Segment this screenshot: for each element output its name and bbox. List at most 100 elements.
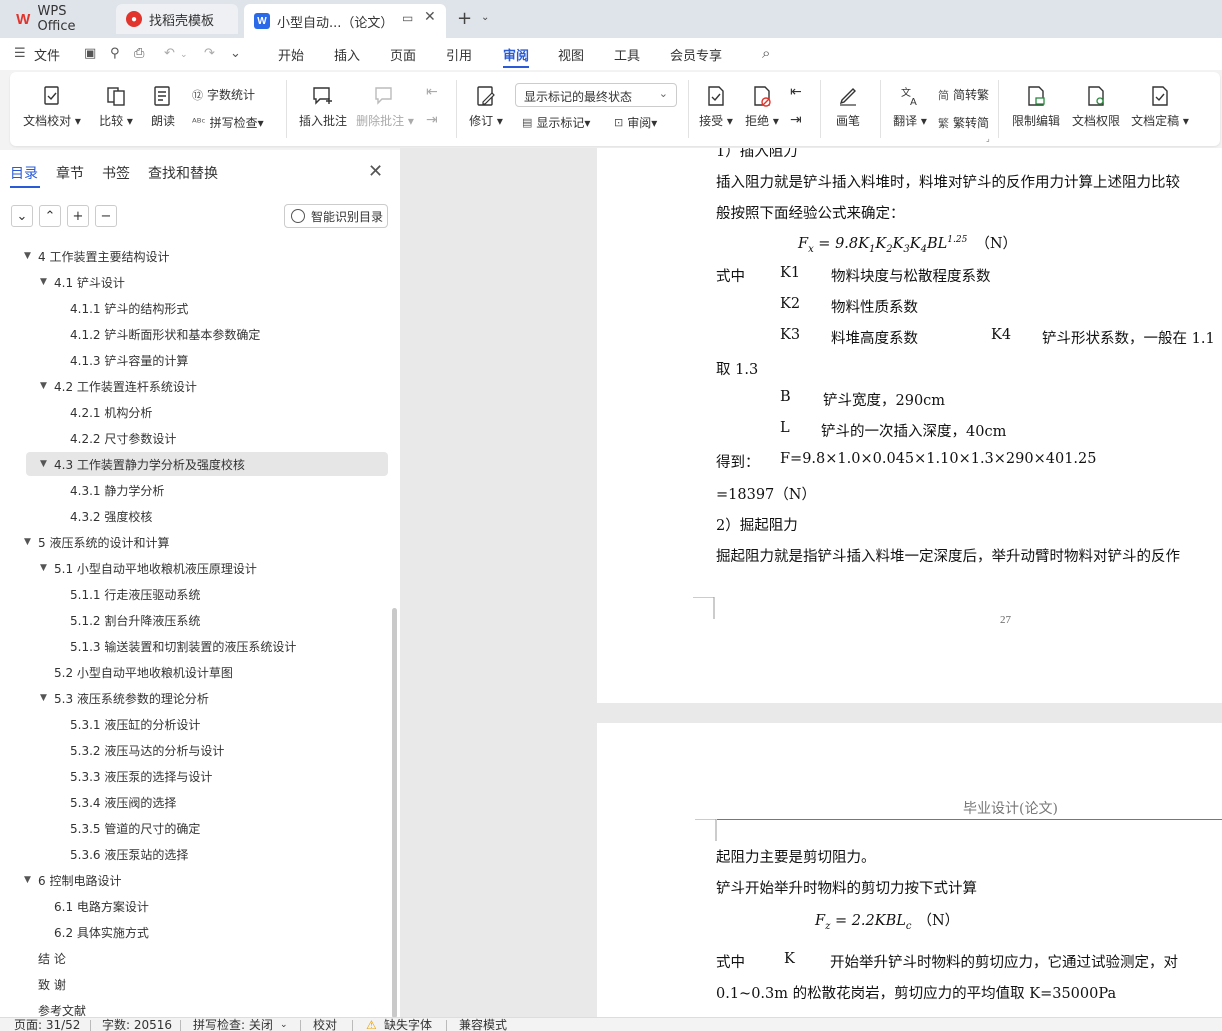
chevron-down-icon[interactable]: ⌄ bbox=[180, 50, 188, 60]
toc-item[interactable]: 5.3.4 液压阀的选择 bbox=[56, 790, 176, 814]
tab-chapters[interactable]: 章节 bbox=[56, 163, 84, 183]
more-chevron-icon[interactable]: ⌄ bbox=[230, 46, 241, 61]
toc-item[interactable]: 5.1.3 输送装置和切割装置的液压系统设计 bbox=[56, 634, 296, 658]
markup-state-select[interactable]: 显示标记的最终状态 ⌄ bbox=[515, 83, 677, 107]
expand-triangle-icon[interactable]: ▼ bbox=[40, 459, 54, 469]
reject-button[interactable]: 拒绝 ▾ bbox=[742, 84, 782, 129]
page-indicator[interactable]: 页面: 31/52 bbox=[14, 1018, 80, 1031]
menu-review[interactable]: 审阅 bbox=[503, 45, 529, 64]
toc-item[interactable]: 4.3.2 强度校核 bbox=[56, 504, 152, 528]
tab-document[interactable]: W 小型自动...（论文） ▭ ✕ bbox=[244, 4, 446, 38]
toc-item[interactable]: ▼ 5 液压系统的设计和计算 bbox=[24, 530, 169, 554]
toc-item[interactable]: 4.3.1 静力学分析 bbox=[56, 478, 164, 502]
expand-triangle-icon[interactable]: ▼ bbox=[40, 277, 54, 287]
menu-member[interactable]: 会员专享 bbox=[670, 45, 722, 64]
menu-tools[interactable]: 工具 bbox=[614, 45, 640, 64]
toc-item[interactable]: 5.1.1 行走液压驱动系统 bbox=[56, 582, 200, 606]
close-icon[interactable]: ✕ bbox=[368, 161, 383, 182]
toc-item[interactable]: 4.1.1 铲斗的结构形式 bbox=[56, 296, 188, 320]
next-change-icon[interactable]: ⇥ bbox=[790, 112, 802, 128]
toc-item[interactable]: 结 论 bbox=[24, 946, 66, 970]
hamburger-icon[interactable]: ☰ bbox=[14, 46, 26, 61]
menu-home[interactable]: 开始 bbox=[278, 45, 304, 64]
tab-template[interactable]: ● 找稻壳模板 bbox=[116, 4, 238, 34]
chevron-down-icon[interactable]: ⌄ bbox=[280, 1018, 288, 1031]
ink-button[interactable]: 画笔 bbox=[828, 84, 868, 129]
toc-item[interactable]: 5.3.5 管道的尺寸的确定 bbox=[56, 816, 200, 840]
compare-button[interactable]: 比较 ▾ bbox=[94, 84, 138, 129]
toc-item[interactable]: 5.3.6 液压泵站的选择 bbox=[56, 842, 188, 866]
dialog-launcher-icon[interactable]: ⌟ bbox=[986, 134, 990, 143]
toc-item[interactable]: ▼ 4 工作装置主要结构设计 bbox=[24, 244, 169, 268]
expand-triangle-icon[interactable]: ▼ bbox=[40, 381, 54, 391]
toc-item[interactable]: ▼ 4.3 工作装置静力学分析及强度校核 bbox=[26, 452, 388, 476]
tab-toc[interactable]: 目录 bbox=[10, 163, 38, 183]
spell-check-status[interactable]: 拼写检查: 关闭 bbox=[193, 1018, 273, 1031]
delete-comment-button[interactable]: 删除批注 ▾ bbox=[356, 84, 414, 129]
undo-icon[interactable]: ↶ bbox=[164, 46, 175, 61]
expand-triangle-icon[interactable]: ▼ bbox=[24, 251, 38, 261]
toc-item[interactable]: ▼ 6 控制电路设计 bbox=[24, 868, 121, 892]
previous-change-icon[interactable]: ⇤ bbox=[790, 84, 802, 100]
word-count-button[interactable]: ⑫ 字数统计 bbox=[192, 86, 255, 103]
toc-item[interactable]: 5.3.1 液压缸的分析设计 bbox=[56, 712, 200, 736]
menu-file[interactable]: 文件 bbox=[34, 45, 60, 64]
accept-button[interactable]: 接受 ▾ bbox=[696, 84, 736, 129]
previous-comment-icon[interactable]: ⇤ bbox=[426, 84, 438, 100]
toc-item[interactable]: 5.1.2 割台升降液压系统 bbox=[56, 608, 200, 632]
doc-permission-button[interactable]: 文档权限 bbox=[1070, 84, 1122, 129]
translate-button[interactable]: 文A 翻译 ▾ bbox=[888, 84, 932, 129]
insert-comment-button[interactable]: 插入批注 bbox=[296, 84, 350, 129]
expand-triangle-icon[interactable]: ▼ bbox=[24, 537, 38, 547]
proof-status[interactable]: 校对 bbox=[313, 1018, 337, 1031]
remove-heading-button[interactable]: − bbox=[95, 205, 117, 227]
toc-item[interactable]: ▼ 5.1 小型自动平地收粮机液压原理设计 bbox=[40, 556, 257, 580]
smart-toc-button[interactable]: 智能识别目录 bbox=[284, 204, 388, 228]
show-markup-button[interactable]: ▤ 显示标记 ▾ bbox=[522, 114, 590, 131]
print-preview-icon[interactable]: ⎙ bbox=[134, 46, 144, 61]
word-count-status[interactable]: 字数: 20516 bbox=[102, 1018, 172, 1031]
toc-item[interactable]: 5.2 小型自动平地收粮机设计草图 bbox=[40, 660, 233, 684]
expand-triangle-icon[interactable]: ▼ bbox=[40, 693, 54, 703]
expand-triangle-icon[interactable]: ▼ bbox=[40, 563, 54, 573]
redo-icon[interactable]: ↷ bbox=[204, 46, 215, 61]
to-traditional-button[interactable]: 简简转繁 bbox=[938, 86, 989, 103]
toc-item[interactable]: 5.3.3 液压泵的选择与设计 bbox=[56, 764, 212, 788]
menu-references[interactable]: 引用 bbox=[446, 45, 472, 64]
tab-find-replace[interactable]: 查找和替换 bbox=[148, 163, 218, 183]
toc-item[interactable]: 5.3.2 液压马达的分析与设计 bbox=[56, 738, 224, 762]
finalize-button[interactable]: 文档定稿 ▾ bbox=[1128, 84, 1192, 129]
read-aloud-button[interactable]: 朗读 bbox=[146, 84, 180, 129]
restrict-edit-button[interactable]: 限制编辑 bbox=[1006, 84, 1066, 129]
toc-item[interactable]: 致 谢 bbox=[24, 972, 66, 996]
to-simplified-button[interactable]: 繁繁转简 bbox=[938, 114, 989, 131]
toc-item[interactable]: 6.2 具体实施方式 bbox=[40, 920, 149, 944]
toc-item[interactable]: ▼ 4.2 工作装置连杆系统设计 bbox=[40, 374, 197, 398]
review-pane-button[interactable]: ⊡ 审阅 ▾ bbox=[614, 114, 657, 131]
menu-insert[interactable]: 插入 bbox=[334, 45, 360, 64]
missing-font-status[interactable]: 缺失字体 bbox=[384, 1018, 432, 1031]
expand-triangle-icon[interactable]: ▼ bbox=[24, 875, 38, 885]
close-tab-icon[interactable]: ✕ bbox=[424, 9, 436, 25]
nav-scrollbar[interactable] bbox=[392, 608, 397, 1018]
expand-all-button[interactable]: ⌄ bbox=[11, 205, 33, 227]
chevron-down-icon[interactable]: ⌄ bbox=[481, 12, 489, 23]
track-changes-button[interactable]: 修订 ▾ bbox=[464, 84, 508, 129]
search-icon[interactable]: ⌕ bbox=[762, 44, 770, 62]
collapse-all-button[interactable]: ⌃ bbox=[39, 205, 61, 227]
new-tab-button[interactable]: + bbox=[457, 8, 472, 29]
export-icon[interactable]: ⚲ bbox=[110, 46, 120, 61]
spell-check-button[interactable]: ᴬᴮᶜ 拼写检查 ▾ bbox=[192, 114, 264, 131]
tab-wps-office[interactable]: W WPS Office bbox=[6, 4, 112, 34]
doc-proof-button[interactable]: 文档校对 ▾ bbox=[22, 84, 82, 129]
next-comment-icon[interactable]: ⇥ bbox=[426, 112, 438, 128]
toc-item[interactable]: 4.2.2 尺寸参数设计 bbox=[56, 426, 176, 450]
tab-bookmarks[interactable]: 书签 bbox=[102, 163, 130, 183]
save-icon[interactable]: ▣ bbox=[84, 46, 96, 61]
menu-page[interactable]: 页面 bbox=[390, 45, 416, 64]
toc-item[interactable]: 4.1.2 铲斗断面形状和基本参数确定 bbox=[56, 322, 260, 346]
toc-item[interactable]: 4.1.3 铲斗容量的计算 bbox=[56, 348, 188, 372]
menu-view[interactable]: 视图 bbox=[558, 45, 584, 64]
toc-item[interactable]: 6.1 电路方案设计 bbox=[40, 894, 149, 918]
toc-item[interactable]: ▼ 5.3 液压系统参数的理论分析 bbox=[40, 686, 209, 710]
